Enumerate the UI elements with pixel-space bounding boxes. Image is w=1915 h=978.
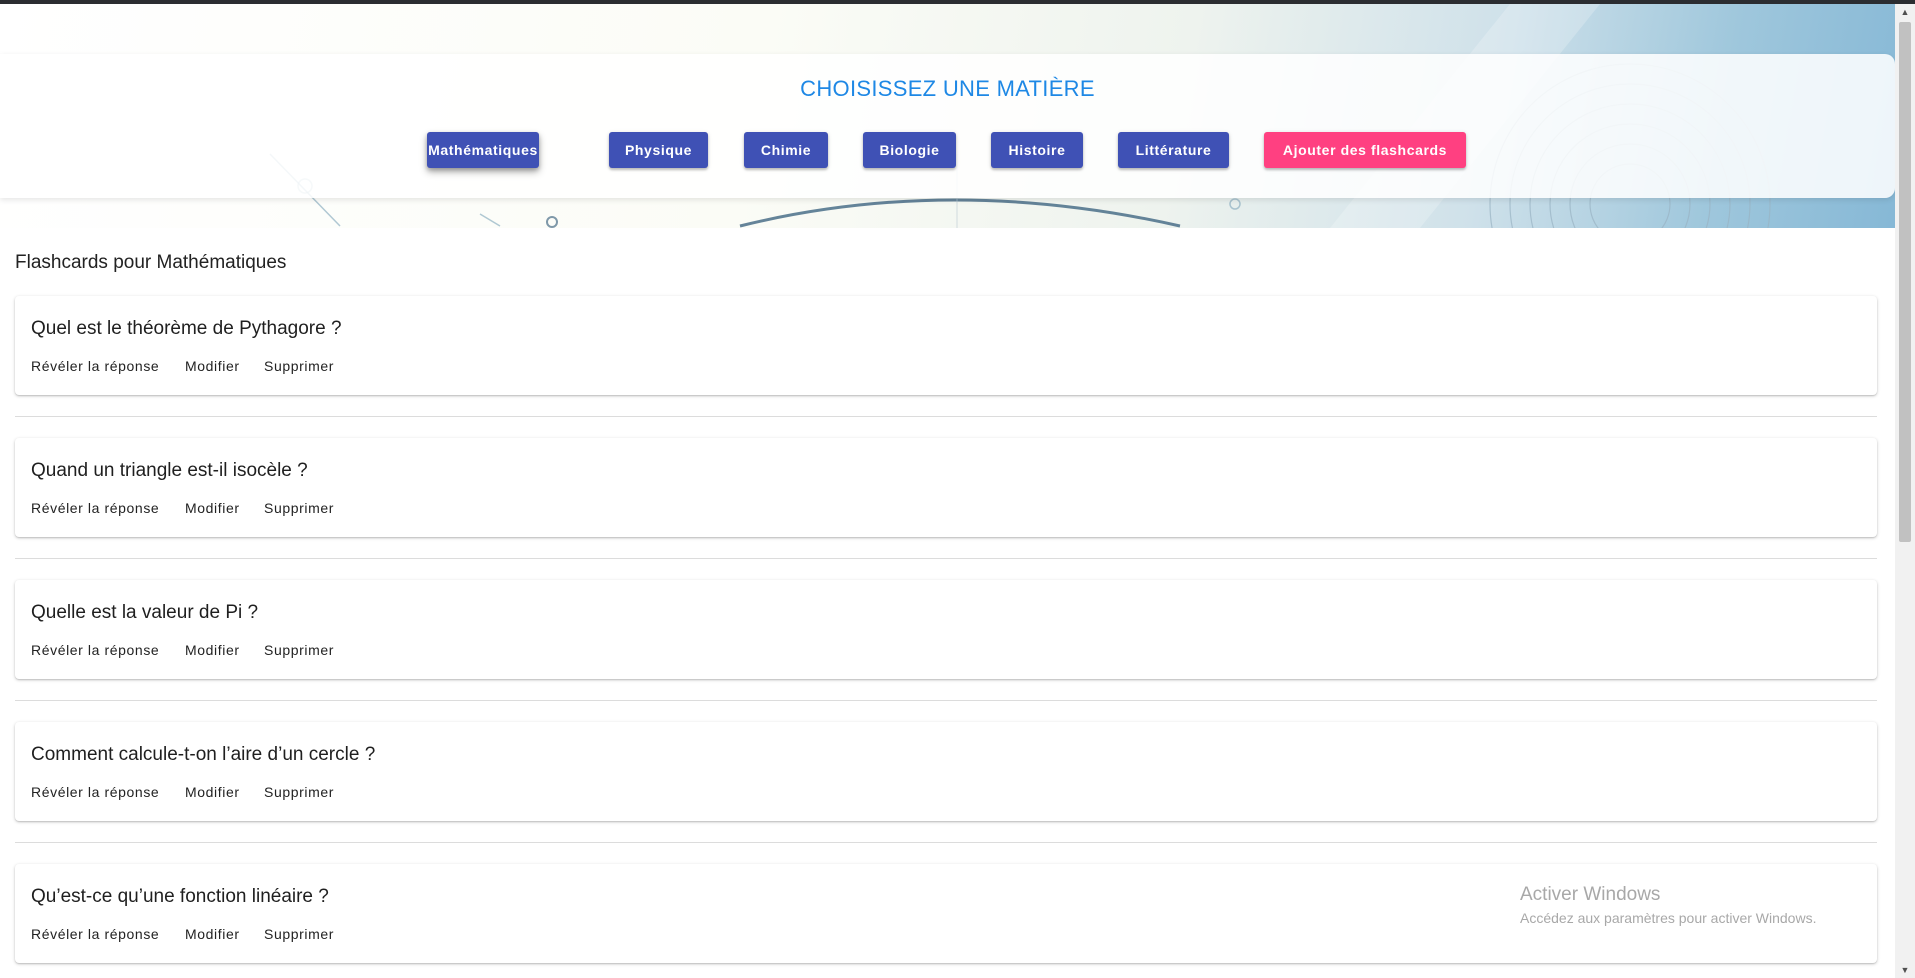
flashcard-question: Comment calcule-t-on l’aire d’un cercle …	[31, 744, 376, 765]
subject-button-biologie[interactable]: Biologie	[863, 132, 956, 168]
arrow-down-icon[interactable]: ▼	[1895, 962, 1915, 978]
section-title: Flashcards pour Mathématiques	[15, 252, 287, 273]
flashcard-question: Quelle est la valeur de Pi ?	[31, 602, 259, 623]
arrow-up-icon[interactable]: ▲	[1895, 4, 1915, 20]
subject-button-mathematiques[interactable]: Mathématiques	[427, 132, 539, 168]
card-divider	[15, 558, 1877, 559]
flashcards-section: Flashcards pour Mathématiques Quel est l…	[0, 228, 1895, 978]
flashcard-question: Qu’est-ce qu’une fonction linéaire ?	[31, 886, 329, 907]
flashcard: Comment calcule-t-on l’aire d’un cercle …	[15, 722, 1877, 821]
edit-button[interactable]: Modifier	[185, 358, 240, 374]
reveal-answer-button[interactable]: Révéler la réponse	[31, 926, 159, 942]
reveal-answer-button[interactable]: Révéler la réponse	[31, 642, 159, 658]
card-divider	[15, 416, 1877, 417]
subject-button-litterature[interactable]: Littérature	[1118, 132, 1229, 168]
delete-button[interactable]: Supprimer	[264, 784, 334, 800]
subject-header-card: CHOISISSEZ UNE MATIÈRE Mathématiques Phy…	[0, 54, 1895, 198]
subject-button-row: Mathématiques Physique Chimie Biologie H…	[0, 132, 1895, 172]
flashcard: Quelle est la valeur de Pi ? Révéler la …	[15, 580, 1877, 679]
page-title: CHOISISSEZ UNE MATIÈRE	[800, 76, 1095, 101]
subject-button-histoire[interactable]: Histoire	[991, 132, 1083, 168]
delete-button[interactable]: Supprimer	[264, 926, 334, 942]
delete-button[interactable]: Supprimer	[264, 500, 334, 516]
reveal-answer-button[interactable]: Révéler la réponse	[31, 358, 159, 374]
card-divider	[15, 700, 1877, 701]
vertical-scrollbar[interactable]: ▲ ▼	[1895, 4, 1915, 978]
delete-button[interactable]: Supprimer	[264, 358, 334, 374]
scrollbar-thumb[interactable]	[1899, 22, 1911, 542]
edit-button[interactable]: Modifier	[185, 784, 240, 800]
card-divider	[15, 842, 1877, 843]
reveal-answer-button[interactable]: Révéler la réponse	[31, 500, 159, 516]
edit-button[interactable]: Modifier	[185, 500, 240, 516]
flashcard-question: Quel est le théorème de Pythagore ?	[31, 318, 342, 339]
subject-button-physique[interactable]: Physique	[609, 132, 708, 168]
edit-button[interactable]: Modifier	[185, 642, 240, 658]
flashcard: Quand un triangle est-il isocèle ? Révél…	[15, 438, 1877, 537]
add-flashcards-button[interactable]: Ajouter des flashcards	[1264, 132, 1466, 168]
watermark-title: Activer Windows	[1520, 884, 1661, 905]
edit-button[interactable]: Modifier	[185, 926, 240, 942]
flashcard: Quel est le théorème de Pythagore ? Révé…	[15, 296, 1877, 395]
reveal-answer-button[interactable]: Révéler la réponse	[31, 784, 159, 800]
windows-activation-watermark: Activer Windows Accédez aux paramètres p…	[1520, 884, 1816, 926]
watermark-subtitle: Accédez aux paramètres pour activer Wind…	[1520, 910, 1817, 926]
delete-button[interactable]: Supprimer	[264, 642, 334, 658]
subject-button-chimie[interactable]: Chimie	[744, 132, 828, 168]
flashcard-question: Quand un triangle est-il isocèle ?	[31, 460, 308, 481]
